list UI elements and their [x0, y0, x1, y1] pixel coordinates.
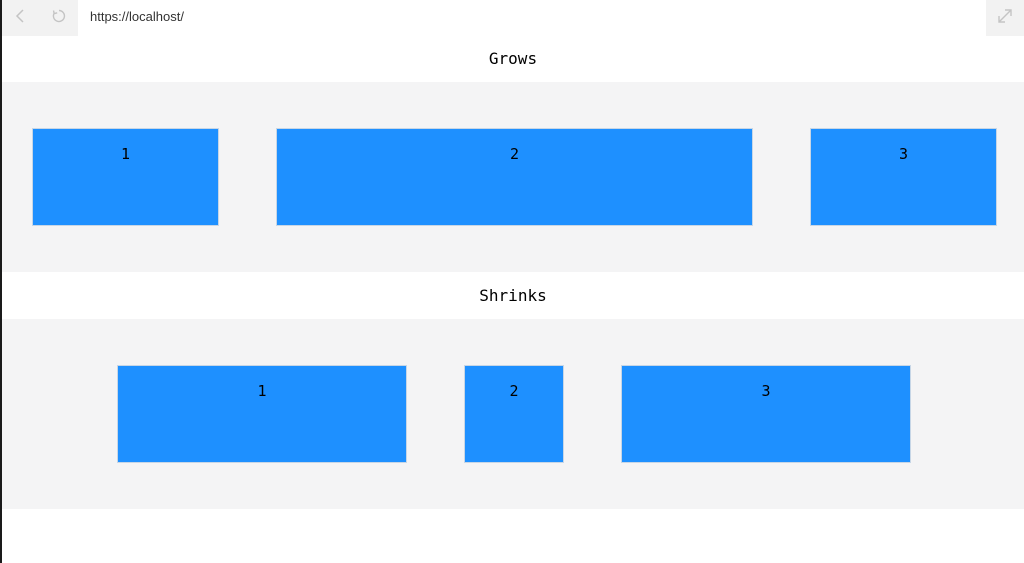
grows-item-2: 2 [276, 128, 753, 226]
shrinks-item-3: 3 [621, 365, 911, 463]
shrinks-container: 1 2 3 [2, 319, 1024, 509]
chevron-left-icon [14, 8, 28, 28]
refresh-button[interactable] [40, 0, 78, 36]
grows-heading: Grows [488, 49, 538, 68]
back-button[interactable] [2, 0, 40, 36]
shrinks-item-1: 1 [117, 365, 407, 463]
shrinks-item-2: 2 [464, 365, 564, 463]
expand-icon [996, 7, 1014, 29]
grows-container: 1 2 3 [2, 82, 1024, 272]
grows-item-1: 1 [32, 128, 219, 226]
refresh-icon [51, 8, 67, 28]
shrinks-heading: Shrinks [479, 286, 547, 305]
grows-item-3: 3 [810, 128, 997, 226]
browser-toolbar: https://localhost/ [2, 0, 1024, 36]
browser-window: https://localhost/ Grows 1 2 3 Shrinks 1… [0, 0, 1024, 563]
address-bar[interactable]: https://localhost/ [90, 0, 184, 36]
expand-button[interactable] [986, 0, 1024, 36]
